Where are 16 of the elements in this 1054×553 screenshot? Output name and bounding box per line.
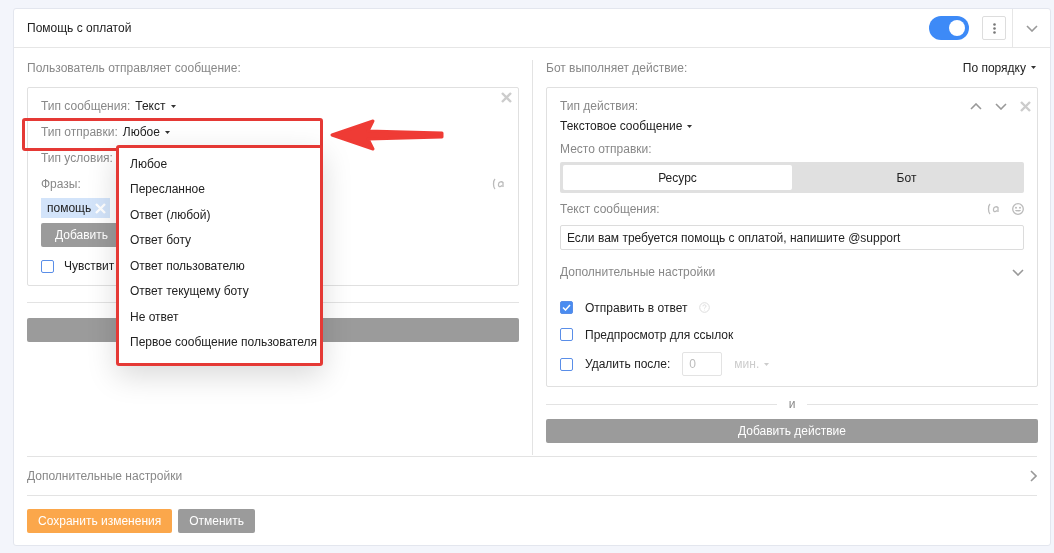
field-label: Тип действия: [560,99,639,113]
rule-title: Помощь с оплатой [27,21,133,35]
field-label: Тип сообщения: [41,99,131,113]
section-heading: Бот выполняет действие: [546,60,688,75]
checkbox-label: Предпросмотр для ссылок [585,327,734,342]
checkbox-label: Чувствит [64,259,115,273]
section-heading: Пользователь отправляет сообщение: [27,60,241,75]
field-label: Тип отправки: [41,125,118,139]
field-label: Тип условия: [41,151,113,165]
field-label: Место отправки: [560,142,652,156]
field-label: Текст сообщения: [560,202,660,216]
checkbox-label: Удалить после: [585,357,671,371]
checkbox-label: Отправить в ответ [585,300,688,315]
field-label: Фразы: [41,177,81,191]
separator-label: и [788,397,796,411]
phrase-tag: помощь [41,198,111,218]
